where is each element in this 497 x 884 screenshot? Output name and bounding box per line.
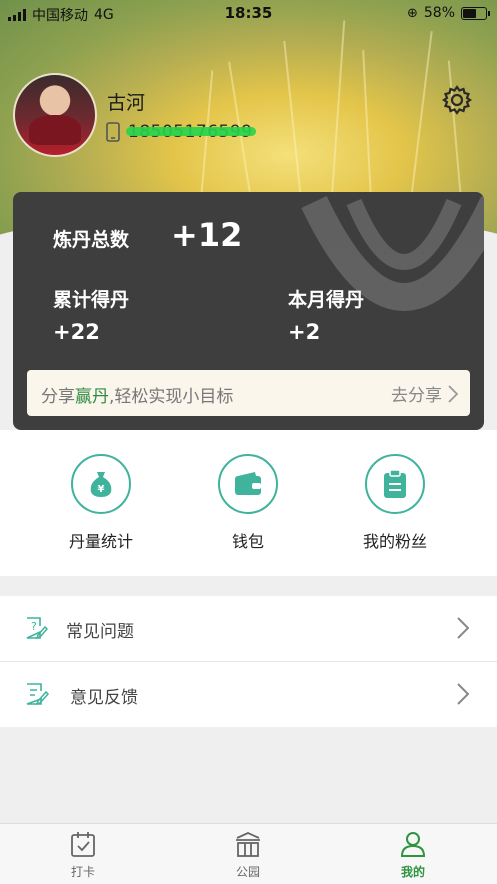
tab-park[interactable]: 公园 <box>198 830 298 880</box>
chevron-right-icon <box>448 384 458 403</box>
avatar[interactable] <box>13 73 97 157</box>
quick-action-my-fans[interactable]: 我的粉丝 <box>335 454 455 552</box>
dan-summary-card: 炼丹总数 +12 累计得丹 +22 本月得丹 +2 分享赢丹,轻松实现小目标 去… <box>13 192 484 430</box>
chevron-right-icon <box>457 683 469 705</box>
chevron-right-icon <box>457 617 469 639</box>
month-dan-value: +2 <box>288 320 321 344</box>
question-doc-icon: ? <box>26 617 48 640</box>
orientation-lock-icon: ⊕ <box>406 5 418 21</box>
battery-percent: 58% <box>423 5 455 21</box>
menu-list: ? 常见问题 意见反馈 <box>0 596 497 727</box>
quick-action-dan-stats[interactable]: ¥ 丹量统计 <box>41 454 161 552</box>
month-dan-label: 本月得丹 <box>288 289 365 311</box>
feedback-edit-icon <box>26 683 50 706</box>
tab-label: 公园 <box>235 865 260 879</box>
cumulative-dan-label: 累计得丹 <box>53 289 130 311</box>
quick-action-label: 丹量统计 <box>68 532 133 551</box>
share-text: 分享赢丹,轻松实现小目标 <box>41 387 234 407</box>
person-icon <box>400 832 426 857</box>
clipboard-icon <box>384 469 406 498</box>
money-bag-icon: ¥ <box>90 472 112 497</box>
tab-check-in[interactable]: 打卡 <box>33 830 133 880</box>
gear-icon[interactable] <box>441 84 473 116</box>
tab-label: 打卡 <box>70 865 95 879</box>
menu-item-label: 常见问题 <box>66 622 134 642</box>
tab-label: 我的 <box>400 865 425 879</box>
share-highlight: 赢丹 <box>75 387 109 407</box>
quick-action-label: 我的粉丝 <box>362 532 427 551</box>
calendar-check-icon <box>71 832 95 857</box>
share-banner[interactable]: 分享赢丹,轻松实现小目标 去分享 <box>27 370 470 416</box>
tab-mine[interactable]: 我的 <box>363 830 463 880</box>
user-name: 古河 <box>107 92 146 114</box>
park-gate-icon <box>236 832 260 857</box>
cumulative-dan-value: +22 <box>53 320 100 344</box>
go-share-button[interactable]: 去分享 <box>391 381 458 406</box>
battery-icon <box>461 6 490 20</box>
svg-text:?: ? <box>31 620 37 633</box>
phone-icon <box>106 122 120 142</box>
total-dan-label: 炼丹总数 <box>53 229 130 251</box>
wallet-icon <box>235 472 261 495</box>
phone-number: 18505176599 <box>125 122 257 142</box>
quick-actions: ¥ 丹量统计 钱包 我的粉丝 <box>0 430 497 576</box>
status-bar: 中国移动 4G 18:35 ⊕ 58% <box>0 0 497 28</box>
phone-row: 18505176599 <box>106 122 257 142</box>
bottom-tab-bar: 打卡 公园 我的 <box>0 823 497 884</box>
menu-item-faq[interactable]: ? 常见问题 <box>0 596 497 662</box>
quick-action-label: 钱包 <box>231 532 264 551</box>
quick-action-wallet[interactable]: 钱包 <box>188 454 308 552</box>
menu-item-feedback[interactable]: 意见反馈 <box>0 662 497 727</box>
menu-item-label: 意见反馈 <box>70 688 138 708</box>
go-share-label: 去分享 <box>391 386 442 406</box>
svg-text:¥: ¥ <box>98 484 105 495</box>
total-dan-value: +12 <box>171 216 243 254</box>
